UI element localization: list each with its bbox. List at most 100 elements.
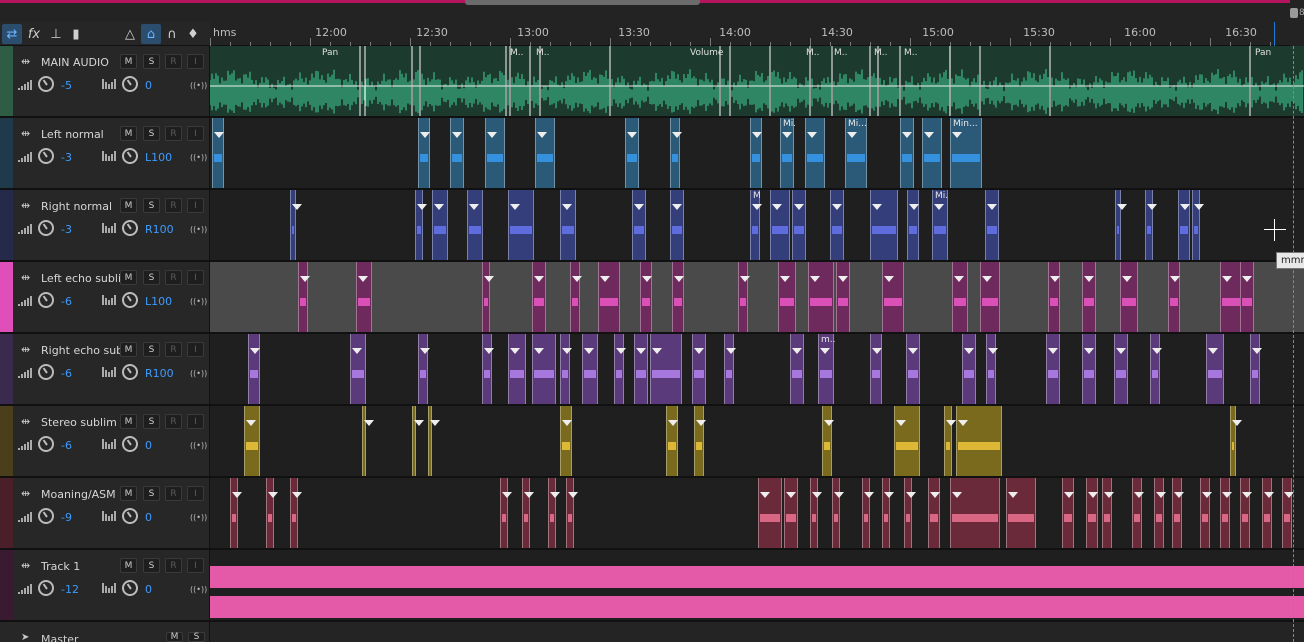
audio-clip[interactable] [500,478,512,548]
send-icon[interactable]: ⊥ [46,24,66,44]
audio-clip[interactable] [870,334,882,404]
fade-in-handle[interactable] [1174,492,1184,498]
audio-clip[interactable] [298,262,310,332]
track-header[interactable]: ⇹ Left echo subli M S R I -6 L100 ((•)) [0,262,210,332]
audio-clip[interactable] [248,334,260,404]
volume-value[interactable]: -6 [61,439,72,452]
audio-clip[interactable] [950,478,1000,548]
volume-knob[interactable] [38,220,54,236]
audio-clip[interactable] [810,478,822,548]
fade-in-handle[interactable] [510,348,520,354]
audio-clip[interactable] [792,190,806,260]
audio-clip[interactable] [1206,334,1224,404]
audio-clip[interactable] [670,190,684,260]
audio-clip[interactable] [870,190,898,260]
mute-button[interactable]: M [120,342,137,357]
mute-button[interactable]: M [120,54,137,69]
track-name[interactable]: Left echo subli [41,272,121,285]
automation-label[interactable]: Pan [1255,48,1271,58]
track-name[interactable]: Right normal [41,200,121,213]
fade-in-handle[interactable] [1208,348,1218,354]
pan-knob[interactable] [122,508,138,524]
track-lane[interactable] [210,550,1304,620]
audio-clip[interactable]: Mi... [780,118,795,188]
fade-in-handle[interactable] [896,420,906,426]
audio-clip[interactable] [882,478,894,548]
meter-icon[interactable]: ▮ [66,24,86,44]
pan-knob[interactable] [122,436,138,452]
fade-in-handle[interactable] [642,276,652,282]
fade-in-handle[interactable] [292,204,302,210]
fade-in-handle[interactable] [964,348,974,354]
audio-clip[interactable] [428,406,440,476]
fade-in-handle[interactable] [452,132,462,138]
fade-in-handle[interactable] [726,348,736,354]
input-monitor-button[interactable]: I [187,270,204,285]
audio-clip[interactable] [560,406,572,476]
record-button[interactable]: R [165,126,182,141]
audio-clip[interactable] [582,334,598,404]
input-monitor-button[interactable]: I [187,126,204,141]
pan-knob[interactable] [122,76,138,92]
audio-clip[interactable] [666,406,678,476]
audio-clip[interactable] [412,406,424,476]
audio-clip[interactable] [1102,478,1114,548]
track-name[interactable]: Stereo sublim [41,416,121,429]
fade-in-handle[interactable] [250,348,260,354]
fade-in-handle[interactable] [946,420,956,426]
fade-in-handle[interactable] [1122,276,1132,282]
audio-clip[interactable] [1120,262,1138,332]
audio-clip[interactable] [980,262,1000,332]
audio-clip[interactable] [634,334,648,404]
audio-clip[interactable]: Mi... [750,190,762,260]
playhead[interactable] [1274,22,1275,46]
fade-in-handle[interactable] [908,348,918,354]
route-icon[interactable]: ⇹ [21,487,30,500]
audio-clip[interactable] [1150,334,1162,404]
fade-in-handle[interactable] [924,132,934,138]
master-mute-button[interactable]: M [166,632,183,642]
pan-value[interactable]: R100 [145,367,174,380]
fade-in-handle[interactable] [694,348,704,354]
audio-clip[interactable] [532,334,556,404]
fade-in-handle[interactable] [772,204,782,210]
audio-clip[interactable] [832,478,844,548]
fade-in-handle[interactable] [1116,348,1126,354]
audio-clip[interactable] [548,478,560,548]
track-lane[interactable] [210,262,1304,332]
fade-in-handle[interactable] [838,276,848,282]
fade-in-handle[interactable] [1202,492,1212,498]
audio-clip[interactable] [1082,262,1096,332]
track-header[interactable]: ⇹ MAIN AUDIO M S R I -5 0 ((•)) [0,46,210,116]
fade-in-handle[interactable] [246,420,256,426]
track-lane[interactable]: m... [210,334,1304,404]
fade-in-handle[interactable] [1194,204,1204,210]
fade-in-handle[interactable] [364,420,374,426]
fade-in-handle[interactable] [954,276,964,282]
fade-in-handle[interactable] [1048,348,1058,354]
fade-in-handle[interactable] [674,276,684,282]
audio-clip[interactable] [485,118,505,188]
pan-value[interactable]: 0 [145,511,152,524]
route-icon[interactable]: ⇹ [21,415,30,428]
audio-clip[interactable] [625,118,639,188]
fade-in-handle[interactable] [740,276,750,282]
track-lane[interactable] [210,478,1304,548]
fade-in-handle[interactable] [909,204,919,210]
fade-in-handle[interactable] [884,492,894,498]
audio-clip[interactable] [836,262,850,332]
audio-clip[interactable] [230,478,242,548]
fade-in-handle[interactable] [872,204,882,210]
solo-button[interactable]: S [143,342,160,357]
pan-value[interactable]: L100 [145,151,172,164]
track-name[interactable]: Right echo sub [41,344,121,357]
audio-clip[interactable] [432,190,448,260]
top-scrollbar[interactable]: 8 [0,0,1304,22]
route-icon[interactable]: ⇹ [21,559,30,572]
metronome-icon[interactable]: △ [120,24,140,44]
track-name[interactable]: MAIN AUDIO [41,56,121,69]
mute-button[interactable]: M [120,198,137,213]
pan-value[interactable]: R100 [145,223,174,236]
track-name[interactable]: Left normal [41,128,121,141]
audio-clip[interactable] [566,478,578,548]
